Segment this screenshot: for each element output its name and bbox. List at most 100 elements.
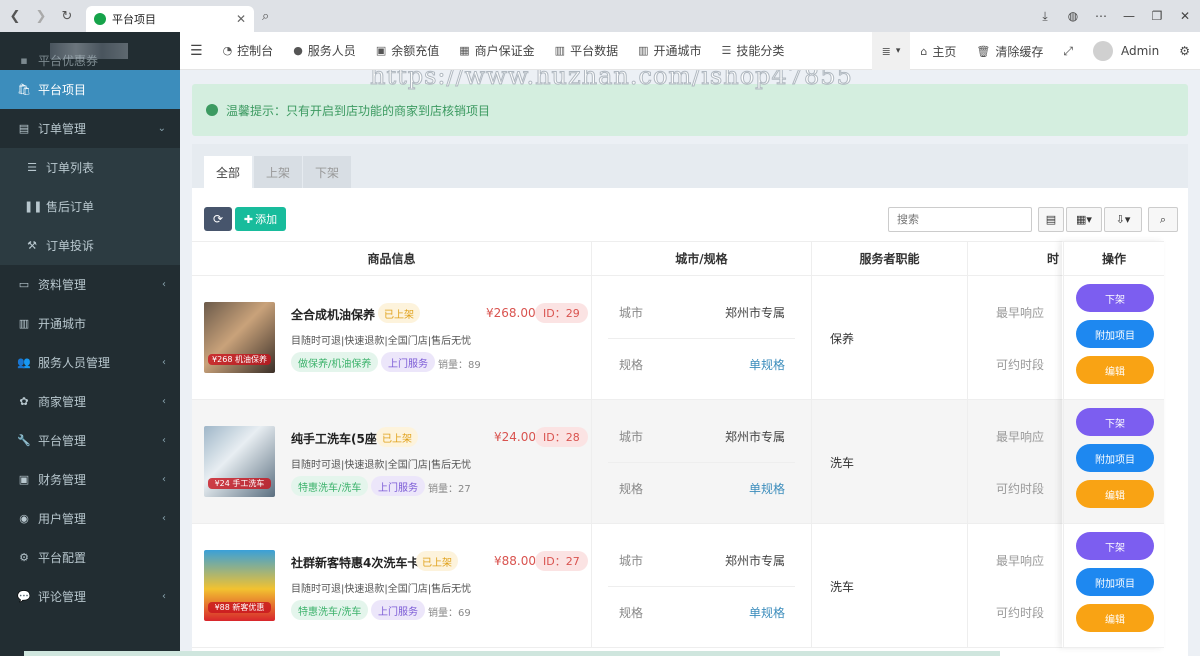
add-button[interactable]: ✚ 添加 <box>235 207 286 231</box>
user-name: Admin <box>1120 44 1160 58</box>
sidebar-item-merchants[interactable]: ✿ 商家管理 ‹ <box>0 382 180 421</box>
export-button[interactable]: ⇩▾ <box>1104 207 1142 232</box>
sidebar-item-config[interactable]: ⚙ 平台配置 <box>0 538 180 577</box>
refresh-button[interactable]: ⟳ <box>204 207 232 231</box>
nav-deposit[interactable]: ▦ 商户保证金 <box>449 32 544 70</box>
inbox-icon: ▣ <box>18 473 30 486</box>
table-header: 商品信息 城市/规格 服务者职能 时 操作 <box>192 241 1164 276</box>
attach-project-button[interactable]: 附加项目 <box>1076 568 1154 596</box>
sidebar-item-order-list[interactable]: ☰ 订单列表 <box>0 148 180 187</box>
minimize-icon[interactable]: — <box>1120 9 1138 23</box>
layout-dropdown[interactable]: ≣ ▾ <box>871 32 911 70</box>
earliest-response: 最早响应 <box>996 430 1045 444</box>
settings-icon[interactable]: ⚙ <box>1169 32 1200 70</box>
back-icon[interactable]: ❮ <box>4 5 26 27</box>
product-id-badge: ID：29 <box>535 303 588 323</box>
chevron-left-icon: ‹ <box>162 513 166 524</box>
spec-link[interactable]: 单规格 <box>749 480 785 497</box>
reload-icon[interactable]: ↻ <box>56 5 78 27</box>
nav-recharge[interactable]: ▣ 余额充值 <box>366 32 449 70</box>
sidebar-item-orders[interactable]: ▤ 订单管理 ⌄ <box>0 109 180 148</box>
off-shelf-button[interactable]: 下架 <box>1076 284 1154 312</box>
menu-toggle-icon[interactable]: ☰ <box>180 32 213 70</box>
download-icon[interactable]: ⤓ <box>1036 9 1054 24</box>
service-role: 洗车 <box>830 580 855 594</box>
spec-link[interactable]: 单规格 <box>749 604 785 621</box>
sidebar-item-label: 订单投诉 <box>46 239 95 253</box>
attach-project-button[interactable]: 附加项目 <box>1076 320 1154 348</box>
nav-cities[interactable]: ▥ 开通城市 <box>628 32 711 70</box>
sidebar-item-label: 服务人员管理 <box>38 356 111 370</box>
close-tab-icon[interactable]: ✕ <box>236 12 246 26</box>
window-close-icon[interactable]: ✕ <box>1176 9 1194 23</box>
spec-link[interactable]: 单规格 <box>749 356 785 373</box>
tab-all[interactable]: 全部 <box>204 156 253 188</box>
nav-home[interactable]: ⌂ 主页 <box>910 32 966 70</box>
nav-skills[interactable]: ☰ 技能分类 <box>712 32 795 70</box>
sidebar-item-finance[interactable]: ▣ 财务管理 ‹ <box>0 460 180 499</box>
category-tag: 做保养/机油保养 <box>291 352 379 372</box>
nav-data[interactable]: ▥ 平台数据 <box>545 32 628 70</box>
sidebar-item-partial[interactable]: ▪ 平台优惠券 <box>0 50 180 70</box>
service-role: 保养 <box>830 332 855 346</box>
sidebar-item-label: 财务管理 <box>38 473 87 487</box>
browser-tab[interactable]: 平台项目 ✕ <box>86 6 254 32</box>
table-icon: ▤ <box>1045 213 1057 226</box>
paw-icon: ✿ <box>19 395 29 408</box>
edit-button[interactable]: 编辑 <box>1076 480 1154 508</box>
product-id-badge: ID：27 <box>535 551 588 571</box>
product-thumbnail[interactable]: ¥88 新客优惠 <box>204 550 275 621</box>
user-menu[interactable]: Admin <box>1083 32 1169 70</box>
globe-icon[interactable]: ◍ <box>1064 9 1082 23</box>
city-label: 城市 <box>619 306 644 320</box>
map-icon: ▥ <box>18 317 30 330</box>
edit-button[interactable]: 编辑 <box>1076 356 1154 384</box>
search-toggle-button[interactable]: ⌕ <box>1148 207 1178 232</box>
restore-icon[interactable]: ❐ <box>1148 9 1166 23</box>
sidebar-item-staff[interactable]: 👥 服务人员管理 ‹ <box>0 343 180 382</box>
tab-off-shelf[interactable]: 下架 <box>303 156 352 188</box>
city-value: 郑州市专属 <box>724 554 785 568</box>
table-toolbar: ⟳ ✚添加 ▤ ▦▾ ⇩▾ ⌕ <box>192 188 1188 238</box>
sidebar-item-cities[interactable]: ▥ 开通城市 <box>0 304 180 343</box>
product-desc: 目随时可退|快速退款|全国门店|售后无忧 <box>291 460 472 471</box>
browser-tab-title: 平台项目 <box>112 13 156 26</box>
product-thumbnail[interactable]: ¥24 手工洗车 <box>204 426 275 497</box>
col-header-product: 商品信息 <box>192 242 592 275</box>
nav-dashboard[interactable]: ◔ 控制台 <box>213 32 284 70</box>
chevron-down-icon: ⌄ <box>157 123 166 134</box>
more-icon[interactable]: ⋯ <box>1092 9 1110 23</box>
off-shelf-button[interactable]: 下架 <box>1076 408 1154 436</box>
fullscreen-icon[interactable]: ⤢ <box>1053 32 1083 70</box>
bookable-time: 可约时段 <box>996 606 1045 620</box>
sidebar-item-platform-project[interactable]: 🛍 平台项目 <box>0 70 180 109</box>
attach-project-button[interactable]: 附加项目 <box>1076 444 1154 472</box>
chevron-left-icon: ‹ <box>162 357 166 368</box>
columns-button[interactable]: ▦▾ <box>1066 207 1102 232</box>
search-icon: ⌕ <box>1159 212 1167 226</box>
sidebar-item-data[interactable]: ▭ 资料管理 ‹ <box>0 265 180 304</box>
search-input[interactable] <box>888 207 1032 232</box>
sidebar-item-label: 平台配置 <box>38 551 87 565</box>
product-thumbnail[interactable]: ¥268 机油保养 <box>204 302 275 373</box>
nav-label: 服务人员 <box>307 44 356 58</box>
nav-clear-cache[interactable]: 🗑 清除缓存 <box>966 32 1053 70</box>
sidebar-item-users[interactable]: ◉ 用户管理 ‹ <box>0 499 180 538</box>
toggle-view-button[interactable]: ▤ <box>1038 207 1064 232</box>
nav-staff[interactable]: ● 服务人员 <box>283 32 366 70</box>
sidebar-item-platform[interactable]: 🔧 平台管理 ‹ <box>0 421 180 460</box>
nav-label: 商户保证金 <box>474 44 535 58</box>
users-icon: 👥 <box>17 356 31 369</box>
city-label: 城市 <box>619 554 644 568</box>
forward-icon[interactable]: ❯ <box>30 5 52 27</box>
sidebar-item-comments[interactable]: 💬 评论管理 ‹ <box>0 577 180 616</box>
sales-count: 销量：27 <box>428 484 471 495</box>
tab-on-shelf[interactable]: 上架 <box>254 156 303 188</box>
edit-button[interactable]: 编辑 <box>1076 604 1154 632</box>
off-shelf-button[interactable]: 下架 <box>1076 532 1154 560</box>
search-icon[interactable]: ⌕ <box>262 9 269 24</box>
sidebar-item-complaints[interactable]: ⚒ 订单投诉 <box>0 226 180 265</box>
sidebar-item-aftersale[interactable]: ❚❚ 售后订单 <box>0 187 180 226</box>
sidebar-item-label: 开通城市 <box>38 317 87 331</box>
bottom-strip <box>24 651 1000 656</box>
